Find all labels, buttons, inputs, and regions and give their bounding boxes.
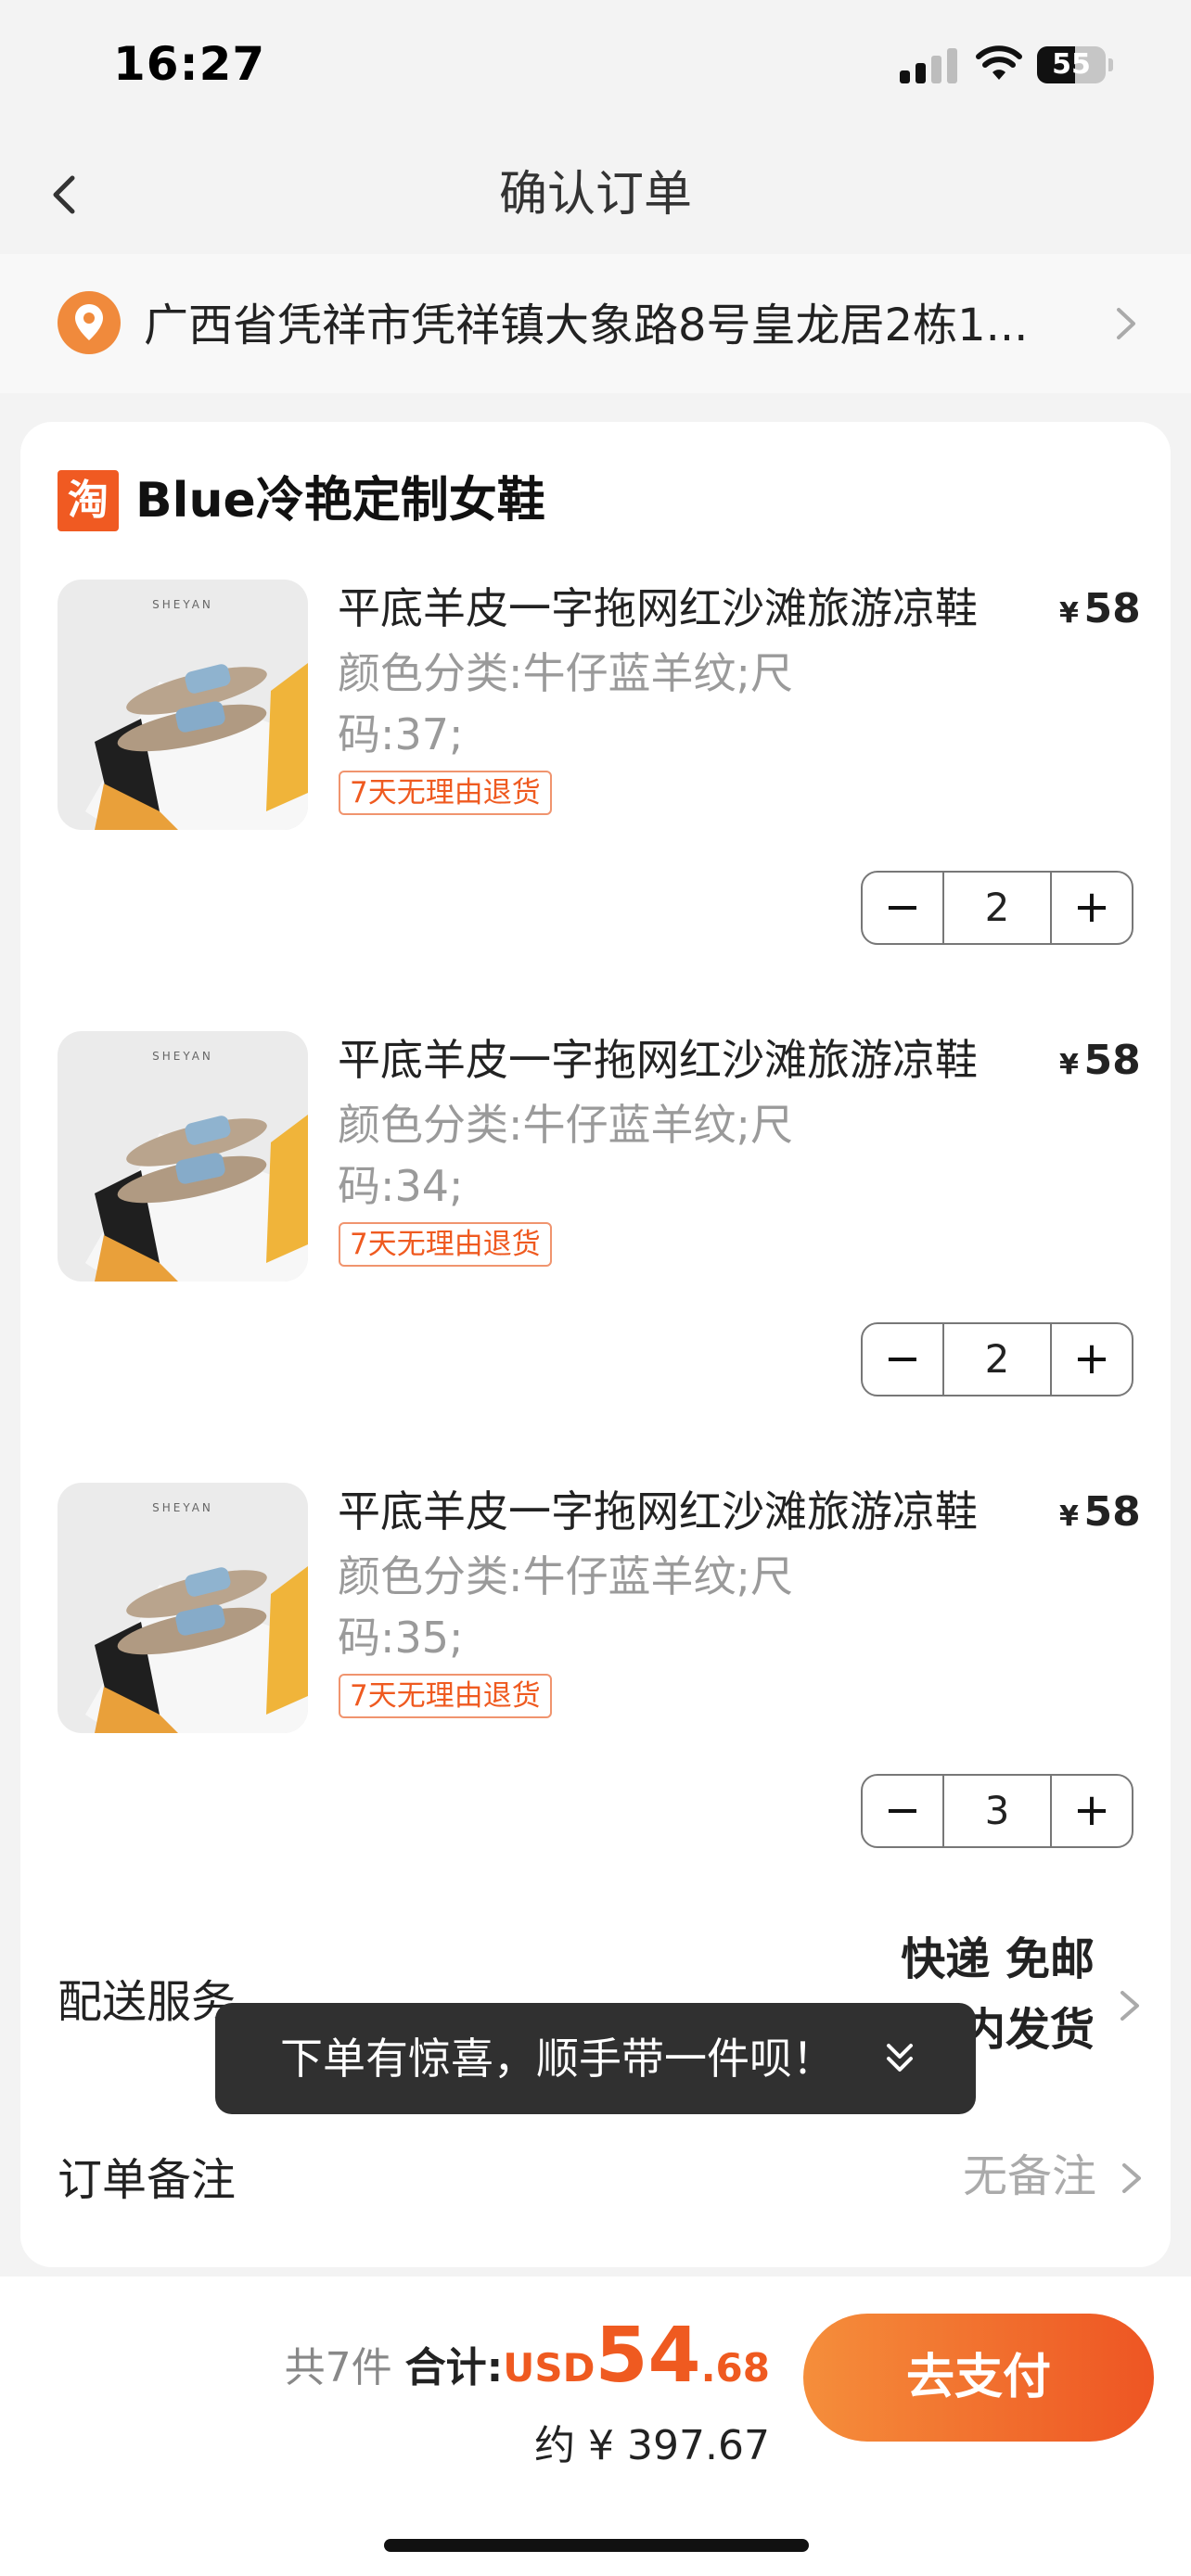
shop-name[interactable]: Blue冷艳定制女鞋 [135,466,545,535]
price-amount: 58 [1083,1488,1141,1536]
delivery-label: 配送服务 [58,1976,237,2028]
address-row[interactable]: 广西省凭祥市凭祥镇大象路8号皇龙居2栋1... [0,254,1191,393]
taobao-logo-icon: 淘 [58,470,119,531]
product-price: ¥ 58 [1059,1486,1141,1538]
price-amount: 58 [1083,1037,1141,1084]
increase-quantity-button[interactable]: + [1052,1324,1132,1395]
quantity-value[interactable]: 2 [942,873,1052,943]
return-policy-badge: 7天无理由退货 [339,1222,552,1267]
total-currency: USD [503,2345,596,2391]
pay-button[interactable]: 去支付 [803,2314,1154,2442]
product-thumbnail[interactable]: SHEYAN [58,1031,308,1282]
battery-level: 55 [1052,48,1091,81]
order-total: 共7件 合计: USD 54 .68 [285,2312,770,2404]
status-time: 16:27 [113,37,266,91]
decrease-quantity-button[interactable]: − [863,1776,942,1846]
decrease-quantity-button[interactable]: − [863,873,942,943]
return-policy-badge: 7天无理由退货 [339,1674,552,1718]
product-spec[interactable]: 颜色分类:牛仔蓝羊纹;尺码:34; [338,1094,857,1217]
return-policy-badge: 7天无理由退货 [339,771,552,815]
address-text: 广西省凭祥市凭祥镇大象路8号皇龙居2栋1... [144,300,1029,351]
price-currency: ¥ [1059,1049,1079,1081]
product-price: ¥ 58 [1059,583,1141,635]
quantity-value[interactable]: 3 [942,1776,1052,1846]
order-item: SHEYAN 平底羊皮一字拖网红沙滩旅游凉鞋 ¥ 58 颜色分类:牛仔蓝羊纹;尺… [20,1031,1171,1430]
total-label: 合计: [404,2344,504,2391]
product-thumbnail[interactable]: SHEYAN [58,1483,308,1733]
product-spec[interactable]: 颜色分类:牛仔蓝羊纹;尺码:37; [338,643,857,765]
product-price: ¥ 58 [1059,1035,1141,1087]
chevron-right-icon [1121,1991,1139,2021]
quantity-stepper: − 3 + [861,1774,1133,1848]
double-chevron-down-icon [887,2044,913,2072]
chevron-right-icon [1122,2163,1141,2193]
product-title[interactable]: 平底羊皮一字拖网红沙滩旅游凉鞋 [338,1031,1061,1089]
location-pin-icon [58,291,121,354]
delivery-method: 快递 免邮 [901,1933,1095,1985]
product-title[interactable]: 平底羊皮一字拖网红沙滩旅游凉鞋 [338,580,1061,637]
chevron-right-icon [1117,308,1135,339]
page-title: 确认订单 [498,167,692,223]
order-card: 淘 Blue冷艳定制女鞋 SHEYAN 平底羊皮一字拖网红沙滩旅游凉鞋 ¥ 58… [20,422,1171,2267]
total-decimal: .68 [700,2345,770,2391]
wifi-icon [976,45,1022,80]
decrease-quantity-button[interactable]: − [863,1324,942,1395]
total-integer: 54 [595,2312,701,2400]
increase-quantity-button[interactable]: + [1052,1776,1132,1846]
order-note-label: 订单备注 [58,2154,237,2206]
approx-total-cny: 约 ¥ 397.67 [534,2422,770,2469]
price-currency: ¥ [1059,1500,1079,1533]
price-currency: ¥ [1059,597,1079,630]
battery-icon: 55 [1037,46,1113,83]
toast-message: 下单有惊喜，顺手带一件呗！ [280,2034,835,2084]
quantity-value[interactable]: 2 [942,1324,1052,1395]
checkout-footer: 共7件 合计: USD 54 .68 约 ¥ 397.67 去支付 [0,2276,1191,2576]
increase-quantity-button[interactable]: + [1052,873,1132,943]
order-item: SHEYAN 平底羊皮一字拖网红沙滩旅游凉鞋 ¥ 58 颜色分类:牛仔蓝羊纹;尺… [20,580,1171,978]
product-thumbnail[interactable]: SHEYAN [58,580,308,830]
nav-header: 确认订单 [0,139,1191,250]
cellular-signal-icon [900,48,957,83]
order-note-value[interactable]: 无备注 [963,2139,1096,2204]
product-title[interactable]: 平底羊皮一字拖网红沙滩旅游凉鞋 [338,1483,1061,1540]
price-amount: 58 [1083,585,1141,632]
home-indicator[interactable] [384,2539,809,2552]
promo-toast[interactable]: 下单有惊喜，顺手带一件呗！ [215,2003,976,2114]
quantity-stepper: − 2 + [861,871,1133,945]
order-item: SHEYAN 平底羊皮一字拖网红沙滩旅游凉鞋 ¥ 58 颜色分类:牛仔蓝羊纹;尺… [20,1483,1171,1881]
quantity-stepper: − 2 + [861,1322,1133,1396]
status-bar: 16:27 55 [0,0,1191,139]
product-spec[interactable]: 颜色分类:牛仔蓝羊纹;尺码:35; [338,1546,857,1668]
item-count: 共7件 [284,2344,392,2391]
